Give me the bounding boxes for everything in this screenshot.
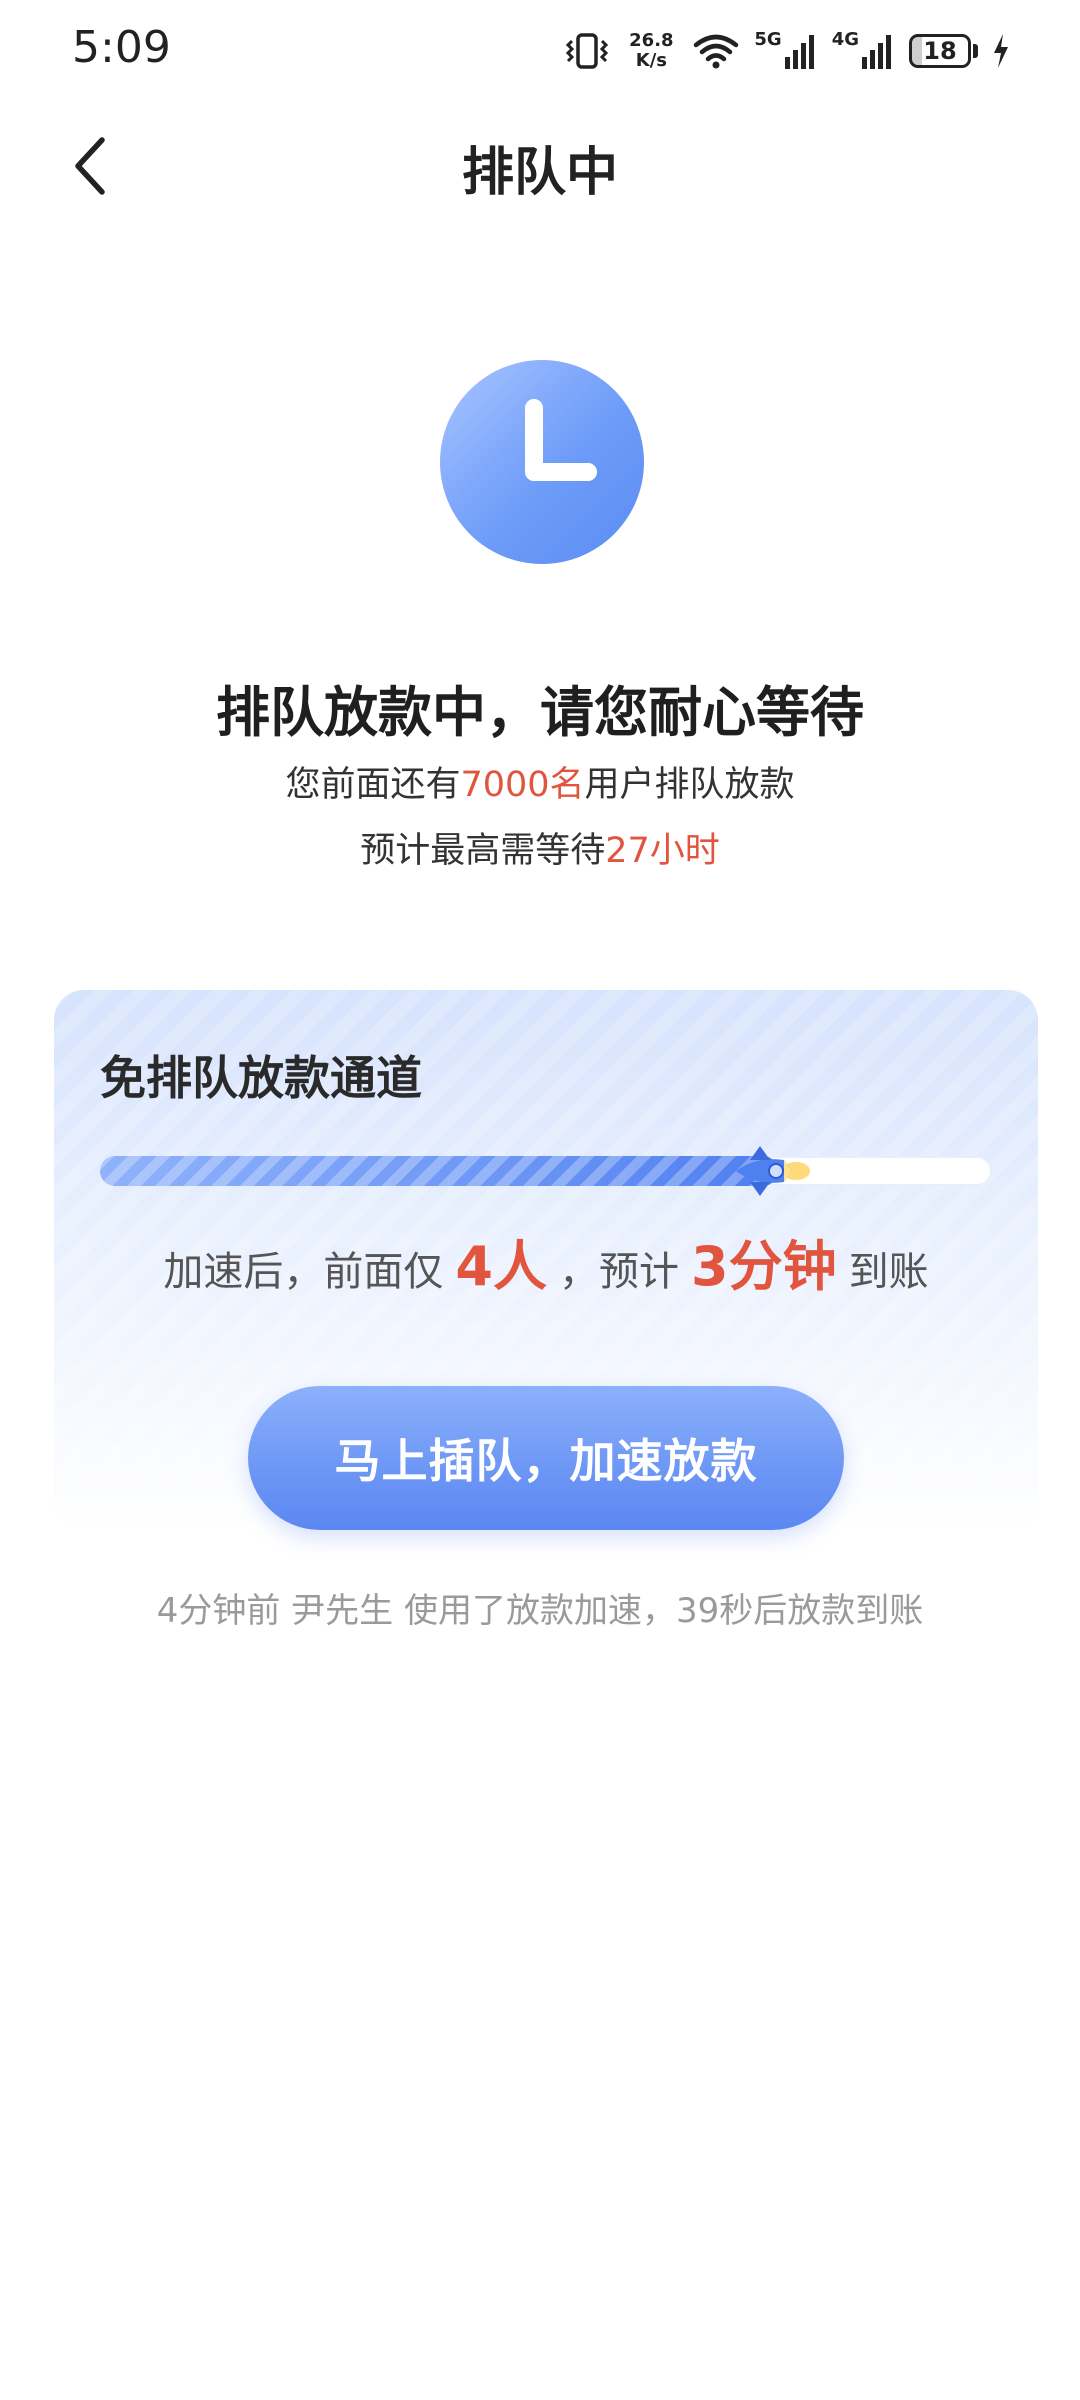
net-speed: 26.8 K/s [624, 31, 678, 71]
loan-queue-page: 5:09 26.8 K/s 5G 4G 18 排队中 排队放款中，请您耐心等待 … [0, 0, 1080, 2400]
accel-people-count: 4人 [455, 1235, 547, 1298]
progress-bar [100, 1146, 992, 1196]
fast-channel-card: 免排队放款通道 加速后，前面仅 4人 ，预计 3分钟 到账 马上插队，加速放款 [54, 990, 1038, 1530]
queue-ahead-suffix: 用户排队放款 [584, 765, 795, 805]
vibrate-icon [564, 31, 610, 71]
status-icons: 26.8 K/s 5G 4G 18 [564, 26, 1010, 76]
wifi-icon [692, 31, 740, 71]
battery-level: 18 [909, 34, 971, 68]
battery-indicator: 18 [909, 34, 978, 68]
recent-activity-note: 4分钟前 尹先生 使用了放款加速，39秒后放款到账 [156, 1591, 924, 1631]
accel-arrival-time: 3分钟 [691, 1235, 837, 1298]
signal-bars-icon [784, 35, 814, 69]
accel-prefix: 加速后，前面仅 [163, 1249, 444, 1295]
accel-suffix: 到账 [848, 1249, 929, 1295]
signal-5g-label: 5G [754, 29, 782, 50]
battery-cap [973, 44, 978, 58]
queue-ahead-prefix: 您前面还有 [285, 765, 461, 805]
queue-wait-text: 预计最高需等待27小时 [0, 822, 1080, 873]
queue-ahead-count: 7000名 [460, 765, 585, 805]
accel-middle: ，预计 [559, 1249, 679, 1295]
queue-wait-time: 27小时 [605, 831, 720, 871]
signal-4g: 4G [832, 31, 895, 71]
speed-up-button[interactable]: 马上插队，加速放款 [248, 1386, 844, 1530]
page-title: 排队中 [461, 143, 618, 203]
queue-ahead-text: 您前面还有7000名用户排队放款 [0, 756, 1080, 807]
signal-4g-label: 4G [831, 29, 859, 50]
status-time: 5:09 [72, 22, 171, 73]
queue-status-title: 排队放款中，请您耐心等待 [216, 681, 864, 744]
net-speed-value: 26.8 [629, 30, 674, 51]
charging-icon [992, 31, 1010, 71]
signal-5g: 5G [754, 31, 817, 71]
fast-channel-title: 免排队放款通道 [100, 1051, 422, 1105]
signal-bars-icon [862, 35, 891, 69]
nav-bar: 排队中 [0, 100, 1080, 230]
clock-icon [440, 360, 644, 564]
rocket-icon [736, 1146, 810, 1196]
progress-fill [100, 1156, 778, 1186]
net-speed-unit: K/s [635, 50, 667, 71]
accel-info-text: 加速后，前面仅 4人 ，预计 3分钟 到账 [54, 1222, 1038, 1301]
queue-wait-prefix: 预计最高需等待 [360, 831, 606, 871]
status-bar: 5:09 26.8 K/s 5G 4G 18 [0, 0, 1080, 100]
